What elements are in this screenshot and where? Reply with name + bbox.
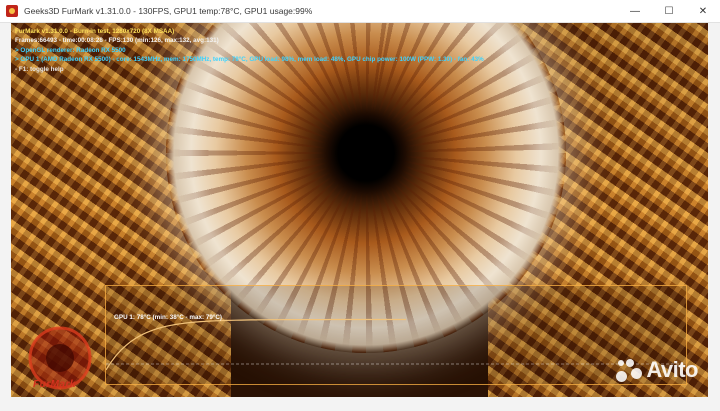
minimize-button[interactable]: — bbox=[618, 0, 652, 22]
window-controls: — ☐ ✕ bbox=[618, 0, 720, 22]
avito-dots-icon bbox=[616, 357, 643, 383]
render-viewport[interactable]: FurMark v1.31.0.0 - Burn-in test, 1280x7… bbox=[11, 23, 708, 397]
furmark-app-icon bbox=[6, 5, 18, 17]
hud-help-line: - F1: toggle help bbox=[15, 65, 64, 73]
avito-watermark-text: Avito bbox=[646, 357, 698, 382]
hud-frames-line: Frames:66493 - time:00:08:28 - FPS:130 (… bbox=[15, 37, 219, 45]
furmark-logo-text: FurMark bbox=[33, 379, 76, 390]
maximize-button[interactable]: ☐ bbox=[652, 0, 686, 22]
hud-renderer-line: > OpenGL renderer: Radeon RX 5500 bbox=[15, 46, 126, 54]
temperature-graph: GPU 1: 78°C (min: 38°C - max: 79°C) bbox=[105, 285, 687, 385]
graph-label: GPU 1: 78°C (min: 38°C - max: 79°C) bbox=[114, 314, 222, 321]
hud-overlay: FurMark v1.31.0.0 - Burn-in test, 1280x7… bbox=[15, 27, 484, 74]
avito-watermark: Avito bbox=[616, 357, 698, 383]
hud-gpu-line: > GPU 1 (AMD Radeon RX 5500) - core: 154… bbox=[15, 56, 484, 64]
temperature-line bbox=[106, 318, 406, 371]
window-titlebar[interactable]: Geeks3D FurMark v1.31.0.0 - 130FPS, GPU1… bbox=[0, 0, 720, 23]
hud-version-line: FurMark v1.31.0.0 - Burn-in test, 1280x7… bbox=[15, 28, 175, 35]
temperature-graph-svg bbox=[106, 318, 686, 371]
close-button[interactable]: ✕ bbox=[686, 0, 720, 22]
window-title: Geeks3D FurMark v1.31.0.0 - 130FPS, GPU1… bbox=[24, 6, 313, 16]
